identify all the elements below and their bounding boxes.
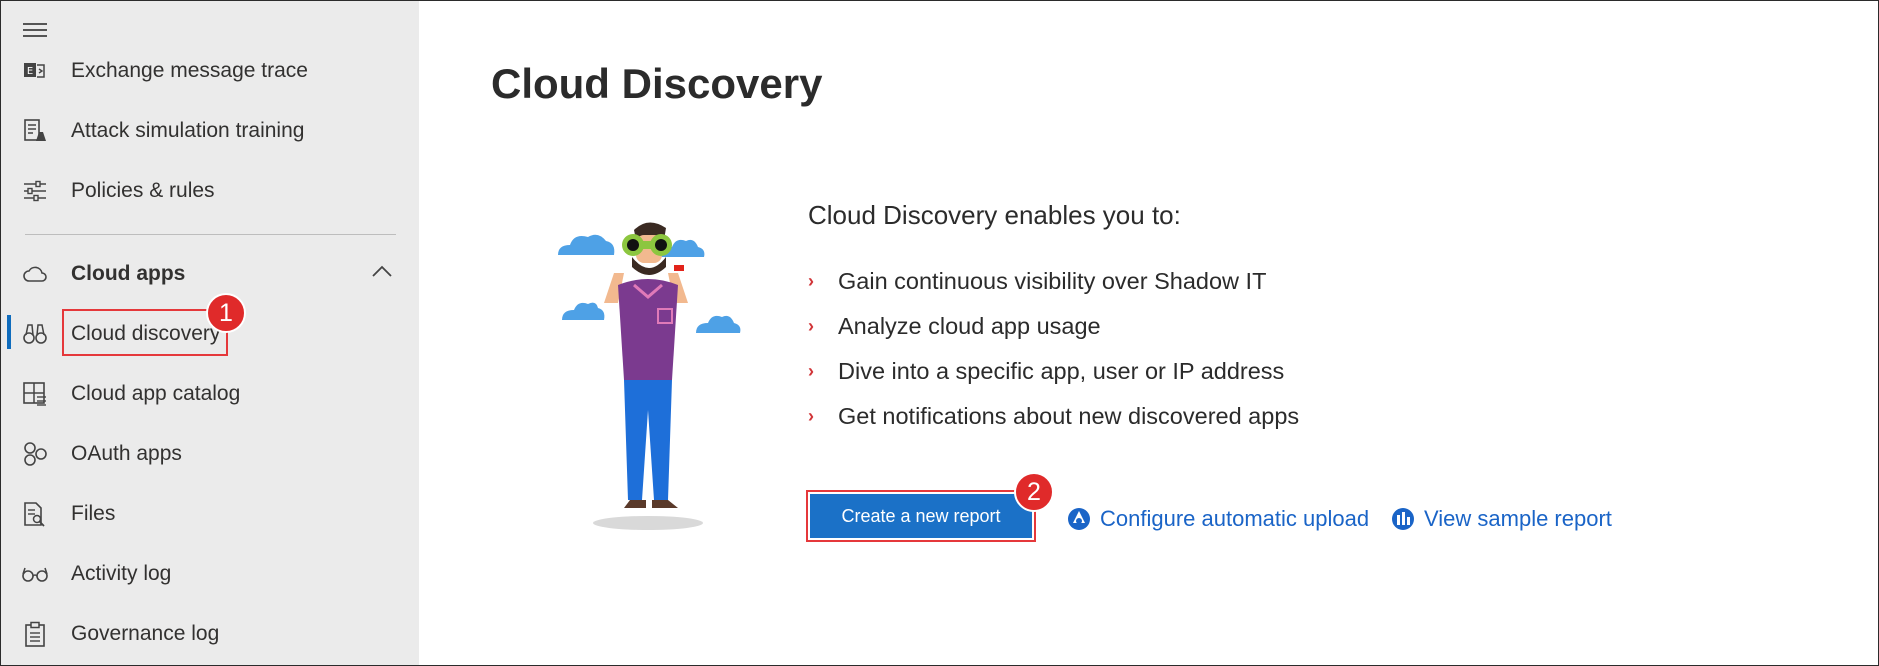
file-search-icon: [21, 500, 49, 528]
sidebar-item-label: Policies & rules: [71, 179, 215, 202]
glasses-icon: [21, 560, 49, 588]
feature-bullet-text: Dive into a specific app, user or IP add…: [838, 358, 1285, 384]
sidebar-item-oauth-apps[interactable]: OAuth apps: [1, 426, 419, 482]
feature-bullet-text: Analyze cloud app usage: [838, 313, 1101, 339]
sidebar-section-cloud-apps[interactable]: Cloud apps: [1, 246, 419, 302]
page-title: Cloud Discovery: [491, 60, 823, 107]
catalog-icon: [21, 380, 49, 408]
attack-simulation-icon: [21, 117, 49, 145]
bar-chart-icon: [1390, 506, 1416, 532]
view-sample-report-link[interactable]: View sample report: [1390, 506, 1612, 532]
sidebar-item-files[interactable]: Files: [1, 486, 419, 542]
chevron-right-icon: ›: [808, 271, 814, 291]
sidebar-item-policies-rules[interactable]: Policies & rules: [1, 163, 419, 219]
binoculars-icon: [21, 320, 49, 348]
chevron-right-icon: ›: [808, 406, 814, 426]
feature-bullet: › Dive into a specific app, user or IP a…: [808, 358, 1284, 385]
feature-bullet-text: Get notifications about new discovered a…: [838, 403, 1300, 429]
sidebar-item-activity-log[interactable]: Activity log: [1, 546, 419, 602]
svg-text:E: E: [27, 66, 33, 77]
cloud-icon: [21, 260, 49, 288]
sidebar-item-cloud-app-catalog[interactable]: Cloud app catalog: [1, 366, 419, 422]
explorer-illustration: [548, 205, 748, 535]
sidebar-section-label: Cloud apps: [71, 262, 186, 285]
chevron-right-icon: ›: [808, 361, 814, 381]
sidebar-item-label: OAuth apps: [71, 442, 182, 465]
sidebar-item-label: Files: [71, 502, 116, 525]
create-new-report-button[interactable]: Create a new report: [810, 494, 1032, 538]
annotation-badge-1: 1: [206, 293, 246, 333]
feature-bullet: › Gain continuous visibility over Shadow…: [808, 268, 1266, 295]
chevron-right-icon: ›: [808, 316, 814, 336]
sidebar-item-exchange-message-trace[interactable]: E Exchange message trace: [1, 43, 419, 99]
exchange-trace-icon: E: [21, 57, 49, 85]
feature-bullet-text: Gain continuous visibility over Shadow I…: [838, 268, 1267, 294]
annotation-highlight-box-1: [62, 309, 228, 356]
upload-icon: [1066, 506, 1092, 532]
intro-text: Cloud Discovery enables you to:: [808, 200, 1181, 230]
sidebar-item-label: Exchange message trace: [71, 59, 308, 82]
sidebar-divider: [25, 234, 396, 235]
sidebar-item-label: Activity log: [71, 562, 172, 585]
view-sample-report-label: View sample report: [1424, 506, 1612, 531]
clipboard-icon: [21, 620, 49, 648]
sidebar-item-label: Governance log: [71, 622, 220, 645]
sidebar-item-attack-simulation[interactable]: Attack simulation training: [1, 103, 419, 159]
configure-automatic-upload-label: Configure automatic upload: [1100, 506, 1370, 531]
configure-automatic-upload-link[interactable]: Configure automatic upload: [1066, 506, 1369, 532]
oauth-icon: [21, 440, 49, 468]
sidebar-item-label: Attack simulation training: [71, 119, 305, 142]
hamburger-menu-icon[interactable]: [23, 23, 47, 39]
feature-bullet: › Get notifications about new discovered…: [808, 403, 1299, 430]
sliders-icon: [21, 177, 49, 205]
chevron-up-icon[interactable]: [371, 264, 393, 283]
sidebar-item-governance-log[interactable]: Governance log: [1, 606, 419, 662]
feature-bullet: › Analyze cloud app usage: [808, 313, 1101, 340]
annotation-badge-2: 2: [1014, 472, 1054, 512]
sidebar-item-label: Cloud app catalog: [71, 382, 241, 405]
